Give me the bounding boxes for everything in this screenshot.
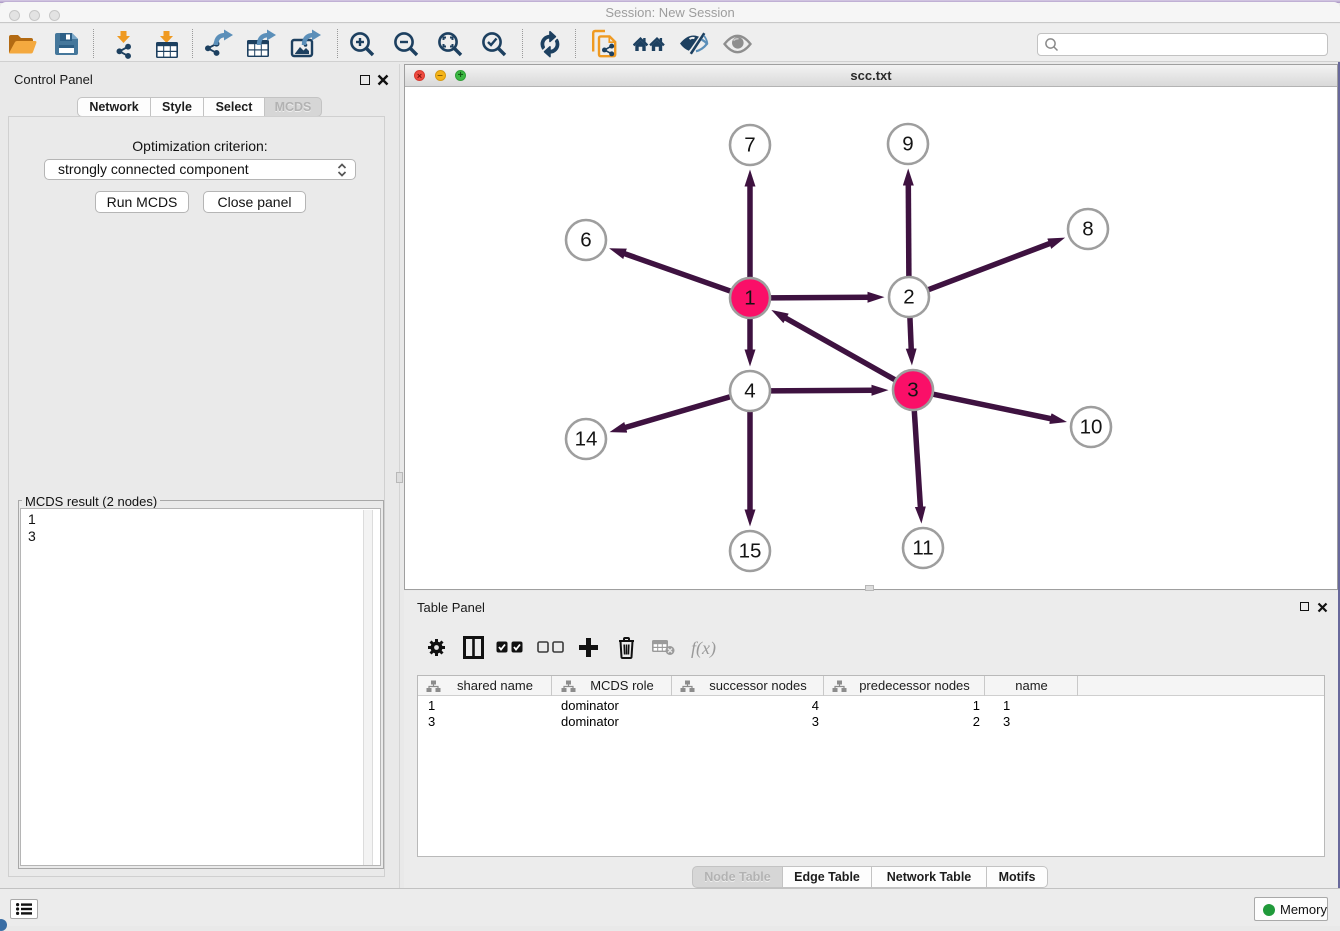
svg-text:9: 9 bbox=[902, 133, 913, 156]
svg-text:4: 4 bbox=[744, 380, 755, 403]
svg-text:10: 10 bbox=[1080, 416, 1103, 439]
svg-text:11: 11 bbox=[912, 537, 933, 560]
svg-text:15: 15 bbox=[739, 540, 762, 563]
svg-text:14: 14 bbox=[575, 428, 598, 451]
svg-text:1: 1 bbox=[744, 287, 755, 310]
svg-text:2: 2 bbox=[903, 286, 914, 309]
svg-text:6: 6 bbox=[580, 229, 591, 252]
svg-text:3: 3 bbox=[907, 379, 918, 402]
svg-text:8: 8 bbox=[1082, 218, 1093, 241]
svg-text:7: 7 bbox=[744, 134, 755, 157]
